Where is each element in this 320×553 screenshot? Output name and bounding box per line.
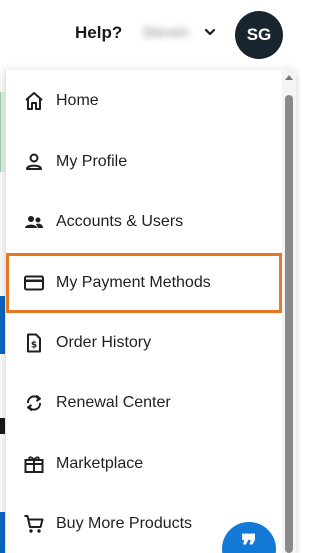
menu-item-my-payment-methods[interactable]: My Payment Methods	[6, 253, 282, 313]
menu-item-label: My Profile	[56, 153, 128, 170]
menu-item-renewal-center[interactable]: Renewal Center	[6, 373, 282, 433]
menu-scrollbar[interactable]	[282, 70, 296, 553]
menu-item-my-profile[interactable]: My Profile	[6, 132, 282, 192]
menu-item-marketplace[interactable]: Marketplace	[6, 434, 282, 494]
top-header: Help? Steven SG	[0, 0, 300, 70]
menu-item-label: Home	[56, 92, 99, 109]
chat-quote-icon: ❞	[240, 529, 258, 553]
svg-text:$: $	[31, 341, 37, 351]
menu-item-label: Buy More Products	[56, 515, 193, 532]
credit-card-icon	[23, 272, 45, 294]
menu-item-label: Accounts & Users	[56, 213, 184, 230]
refresh-icon	[23, 392, 45, 414]
page: Help? Steven SG Home My Profile Accounts…	[0, 0, 300, 553]
avatar-initials: SG	[246, 25, 272, 44]
cart-icon	[23, 513, 45, 535]
menu-item-accounts-users[interactable]: Accounts & Users	[6, 192, 282, 252]
avatar[interactable]: SG	[235, 11, 283, 59]
chevron-down-icon[interactable]	[203, 25, 217, 39]
help-link[interactable]: Help?	[75, 23, 122, 43]
receipt-icon: $	[23, 332, 45, 354]
menu-item-order-history[interactable]: $ Order History	[6, 313, 282, 373]
home-icon	[23, 90, 45, 112]
username-label[interactable]: Steven	[142, 24, 189, 41]
menu-item-label: Order History	[56, 334, 152, 351]
menu-item-label: Renewal Center	[56, 394, 171, 411]
account-dropdown-menu: Home My Profile Accounts & Users My Paym…	[5, 70, 296, 553]
person-icon	[23, 151, 45, 173]
scrollbar-thumb[interactable]	[285, 95, 293, 553]
menu-item-label: My Payment Methods	[56, 274, 211, 291]
gift-icon	[23, 453, 45, 475]
menu-item-home[interactable]: Home	[6, 71, 282, 131]
people-icon	[23, 211, 45, 233]
scroll-up-arrow-icon[interactable]	[285, 75, 293, 80]
menu-item-label: Marketplace	[56, 455, 144, 472]
